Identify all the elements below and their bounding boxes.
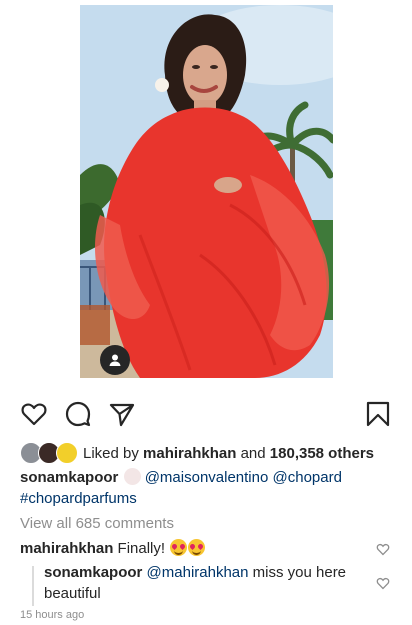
caption-hashtag[interactable]: #chopardparfums: [20, 490, 137, 507]
caption-mention-maisonvalentino[interactable]: @maisonvalentino: [145, 469, 269, 486]
heart-eyes-emoji-icon: [188, 539, 206, 556]
bookmark-icon[interactable]: [364, 400, 392, 428]
direct-share-icon[interactable]: [108, 400, 136, 428]
caption-username[interactable]: sonamkapoor: [20, 469, 118, 486]
post-image: [80, 5, 333, 378]
comment-icon[interactable]: [64, 400, 92, 428]
reply-username[interactable]: sonamkapoor: [44, 564, 142, 581]
post-caption: sonamkapoor @maisonvalentino @chopard #c…: [20, 467, 390, 509]
heart-eyes-emoji-icon: [170, 539, 188, 556]
comment-text: Finally!: [117, 540, 166, 557]
avatar: [56, 442, 78, 464]
user-tags-button[interactable]: [100, 345, 130, 375]
comment-username[interactable]: mahirahkhan: [20, 540, 113, 557]
likes-count[interactable]: 180,358 others: [270, 445, 374, 462]
likes-text: Liked by mahirahkhan and 180,358 others: [83, 445, 374, 462]
post-timestamp: 15 hours ago: [20, 609, 85, 621]
liker-avatars: [20, 442, 80, 464]
comment-reply: sonamkapoor @mahirahkhan miss you here b…: [44, 562, 354, 604]
likes-summary[interactable]: Liked by mahirahkhan and 180,358 others: [20, 442, 374, 464]
view-all-comments-link[interactable]: View all 685 comments: [20, 515, 174, 532]
reply-thread-line: [32, 566, 34, 606]
user-tags-icon: [109, 354, 121, 366]
post-photo[interactable]: [80, 5, 333, 378]
comment: mahirahkhan Finally!: [20, 538, 206, 559]
post-action-bar: [0, 396, 412, 432]
flower-emoji-icon: [123, 468, 141, 485]
liked-and-label: and: [240, 444, 266, 462]
liked-by-user[interactable]: mahirahkhan: [143, 445, 236, 462]
comment-like-heart-icon[interactable]: [376, 542, 390, 556]
reply-mention[interactable]: @mahirahkhan: [147, 564, 249, 581]
caption-mention-chopard[interactable]: @chopard: [273, 469, 342, 486]
reply-like-heart-icon[interactable]: [376, 576, 390, 590]
liked-by-label: Liked by: [83, 444, 139, 462]
heart-icon[interactable]: [20, 400, 48, 428]
